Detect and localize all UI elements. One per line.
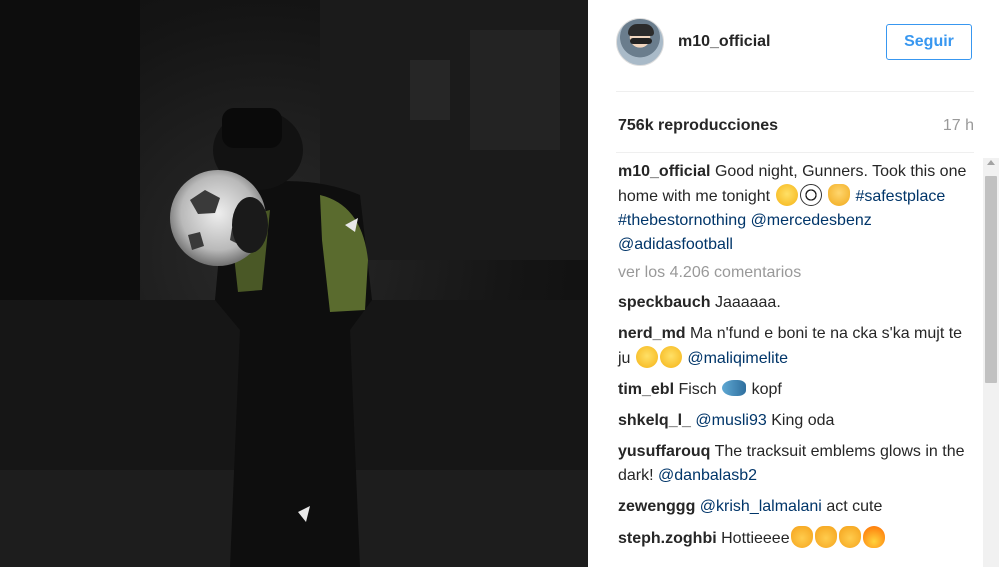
comment-mention[interactable]: @musli93 [695,412,766,429]
comment-text: Hottieeee [721,530,790,547]
comment-mention[interactable]: @danbalasb2 [658,467,757,484]
avatar[interactable] [616,18,664,66]
winking-face-tongue-icon [659,346,682,368]
header-username[interactable]: m10_official [678,33,770,51]
comment-text-2: kopf [751,381,782,398]
view-more-comments[interactable]: ver los 4.206 comentarios [618,261,968,285]
avatar-glasses [630,38,652,44]
comment-text: Jaaaaaa. [714,294,781,311]
fish-icon [722,380,747,396]
list-item: shkelq_l_ @musli93 King oda [618,409,968,433]
comment-text: King oda [771,412,835,429]
scrollbar-thumb[interactable] [985,176,997,383]
list-item: steph.zoghbi Hottieeee [618,526,968,551]
comment-username[interactable]: speckbauch [618,294,710,311]
list-item: tim_ebl Fisch kopf [618,378,968,402]
list-item: zewenggg @krish_lalmalani act cute [618,495,968,519]
post-time[interactable]: 17 h [943,117,974,135]
comment-text: Fisch [678,381,717,398]
caption: m10_official Good night, Gunners. Took t… [618,160,968,257]
comment-username[interactable]: steph.zoghbi [618,530,717,547]
follow-button[interactable]: Seguir [886,24,972,60]
header-divider [616,91,974,92]
video-frame [0,0,588,567]
comment-username[interactable]: shkelq_l_ [618,412,691,429]
soccer-ball-icon [799,184,822,206]
list-item: yusuffarouq The tracksuit emblems glows … [618,440,968,488]
winking-face-tongue-icon [775,184,798,206]
cat-face-icon [814,526,837,548]
view-count[interactable]: 756k reproducciones [618,117,778,134]
scroll-up-arrow-icon[interactable] [987,160,995,165]
cat-face-icon [838,526,861,548]
fire-icon [862,526,885,548]
post-sidebar: m10_official Seguir 756k reproducciones … [588,0,999,567]
list-item: speckbauch Jaaaaaa. [618,291,968,315]
video-player[interactable] [0,0,588,567]
list-item: nerd_md Ma n'fund e boni te na cka s'ka … [618,322,968,371]
caption-username[interactable]: m10_official [618,163,710,180]
comment-username[interactable]: zewenggg [618,498,695,515]
stats-divider [616,152,974,153]
comment-username[interactable]: nerd_md [618,325,686,342]
comments-scrollbar[interactable] [983,158,999,567]
comment-mention[interactable]: @krish_lalmalani [700,498,822,515]
comment-mention[interactable]: @maliqimelite [687,350,788,367]
comment-list: m10_official Good night, Gunners. Took t… [618,160,968,558]
comment-text: act cute [826,498,883,515]
cat-face-icon [790,526,813,548]
winking-face-tongue-icon [635,346,658,368]
post-header: m10_official Seguir [616,17,974,69]
ok-hand-icon [827,184,850,206]
post-stats: 756k reproducciones 17 h [618,117,974,135]
comment-username[interactable]: tim_ebl [618,381,674,398]
comment-username[interactable]: yusuffarouq [618,443,710,460]
avatar-hair [628,24,654,36]
